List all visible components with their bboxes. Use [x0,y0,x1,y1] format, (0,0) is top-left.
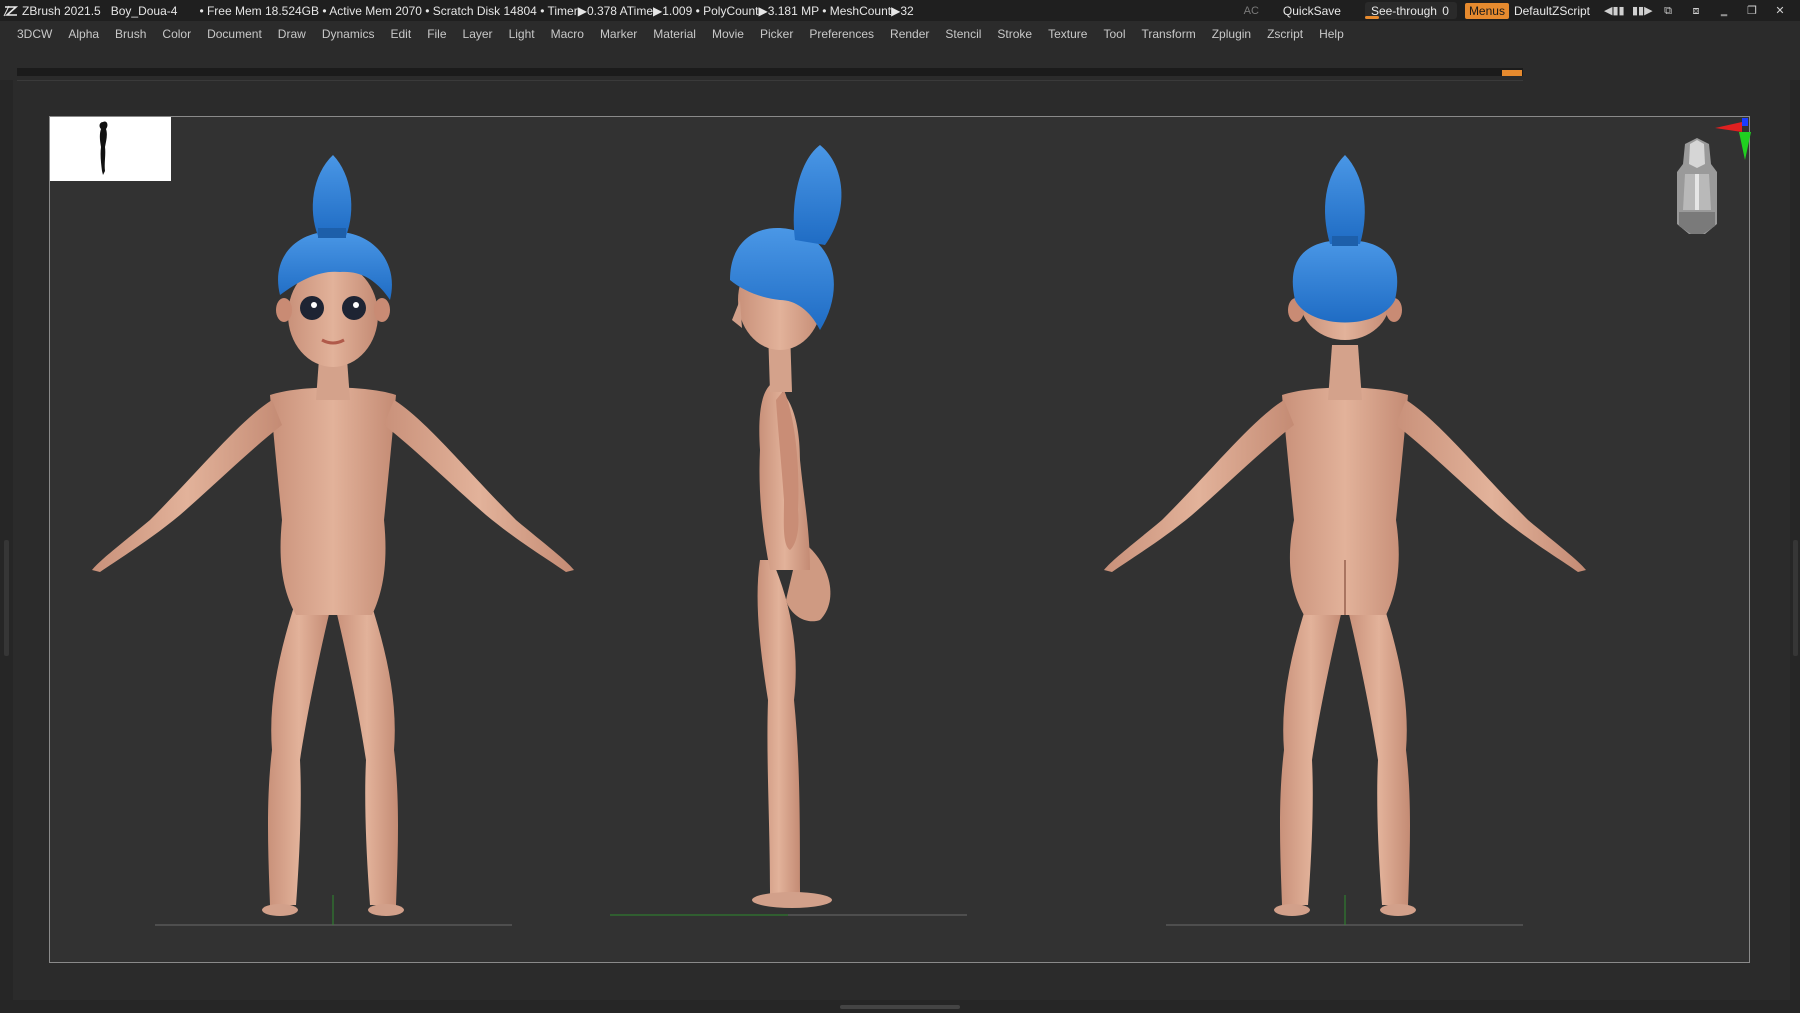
z-axis-marker[interactable] [1742,118,1748,126]
gizmo-head-icon [1677,138,1717,234]
back-view-figure[interactable] [1104,155,1586,926]
x-axis-marker[interactable] [1715,122,1742,132]
y-axis-marker[interactable] [1739,132,1751,160]
orientation-gizmo[interactable] [1645,114,1755,244]
model-views[interactable] [0,0,1800,1013]
front-view-figure[interactable] [92,155,574,926]
bottom-tray[interactable] [0,1000,1800,1013]
bottom-tray-handle[interactable] [840,1005,960,1009]
side-view-figure[interactable] [610,145,967,916]
